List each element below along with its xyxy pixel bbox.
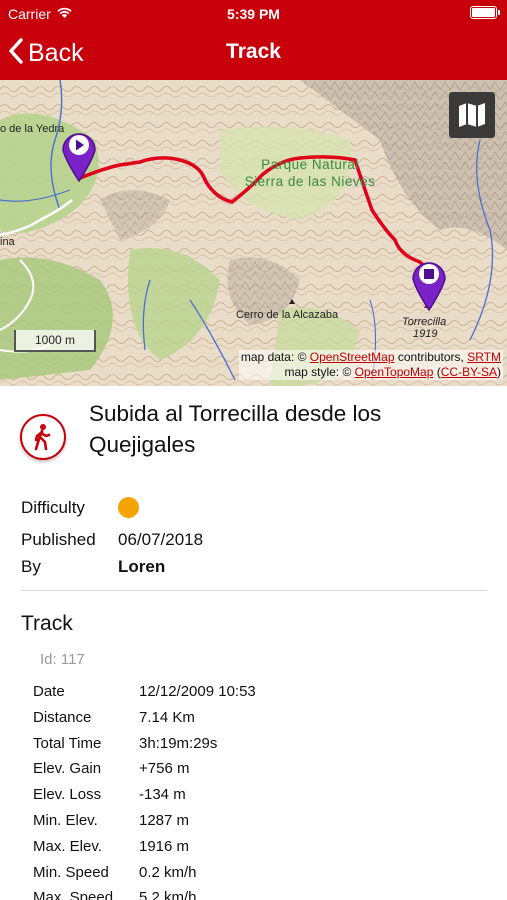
published-value: 06/07/2018 (118, 530, 204, 549)
author-value[interactable]: Loren (118, 557, 165, 577)
map-park-label: Parque Natural Sierra de las Nieves (244, 157, 376, 189)
route-title: Subida al Torrecilla desde los Quejigale… (89, 401, 382, 457)
track-section-title: Track (21, 612, 73, 635)
stat-value: -134 m (139, 786, 186, 804)
difficulty-indicator (118, 497, 139, 518)
map-end-label: Torrecilla (402, 316, 447, 328)
stat-value: 3h:19m:29s (139, 734, 218, 752)
stat-value: 0.2 km/h (139, 863, 197, 881)
stat-value: 1916 m (139, 837, 190, 855)
stop-icon (424, 269, 434, 279)
stat-label: Min. Speed (33, 863, 109, 881)
paren-close: ) (497, 365, 501, 379)
stat-row-elev-gain: Elev. Gain +756 m (33, 760, 493, 786)
stat-row-min-speed: Min. Speed 0.2 km/h (33, 864, 493, 890)
stat-row-date: Date 12/12/2009 10:53 (33, 683, 493, 709)
license-link[interactable]: CC-BY-SA (441, 365, 497, 379)
track-map[interactable]: o de la Yedra ina Parque Natural Sierra … (0, 80, 507, 386)
stat-value: +756 m (139, 760, 190, 778)
status-time: 5:39 PM (227, 6, 280, 22)
top-bar: Carrier 5:39 PM Back Track (0, 0, 507, 80)
map-place-label: ina (0, 236, 15, 248)
map-layers-icon (459, 103, 485, 127)
status-bar: Carrier 5:39 PM (0, 0, 507, 28)
map-scale-bar: 1000 m (14, 330, 96, 352)
stat-label: Date (33, 683, 65, 700)
start-marker[interactable] (60, 127, 98, 188)
stat-label: Elev. Gain (33, 760, 102, 778)
track-id: Id: 117 (40, 651, 85, 668)
opentopomap-link[interactable]: OpenTopoMap (355, 365, 434, 379)
stat-label: Distance (33, 708, 92, 726)
stat-row-elev-loss: Elev. Loss -134 m (33, 786, 493, 812)
map-attribution: map data: © OpenStreetMap contributors, … (238, 350, 503, 380)
page-title: Track (226, 40, 281, 63)
stat-value: 12/12/2009 10:53 (139, 683, 256, 700)
map-layers-button[interactable] (449, 92, 495, 138)
author-label: By (21, 557, 41, 576)
published-label: Published (21, 530, 96, 549)
attribution-text: map style: © (284, 365, 352, 379)
end-marker[interactable] (410, 256, 448, 317)
stat-label: Max. Speed (33, 889, 114, 900)
stat-label: Elev. Loss (33, 786, 102, 804)
stat-label: Total Time (33, 734, 102, 752)
navigation-bar: Back Track (0, 28, 507, 80)
hiking-icon (34, 424, 51, 451)
osm-link[interactable]: OpenStreetMap (310, 350, 395, 364)
stat-row-max-elev: Max. Elev. 1916 m (33, 838, 493, 864)
map-place-label: o de la Yedra (0, 123, 65, 135)
stat-row-min-elev: Min. Elev. 1287 m (33, 812, 493, 838)
stat-label: Max. Elev. (33, 837, 102, 855)
stat-label: Min. Elev. (33, 811, 98, 829)
srtm-link[interactable]: SRTM (467, 350, 501, 364)
stat-value: 1287 m (139, 811, 190, 829)
battery-icon (470, 6, 500, 19)
section-divider (21, 590, 487, 591)
attribution-text: map data: © (240, 350, 307, 364)
stat-value: 5.2 km/h (139, 889, 197, 900)
stat-row-distance: Distance 7.14 Km (33, 709, 493, 735)
stat-row-total-time: Total Time 3h:19m:29s (33, 735, 493, 761)
difficulty-label: Difficulty (21, 498, 85, 517)
map-peak-label: Cerro de la Alcazaba (236, 309, 339, 321)
attribution-text: contributors, (397, 350, 464, 364)
activity-type-badge (20, 414, 66, 460)
stat-row-max-speed: Max. Speed 5.2 km/h (33, 889, 493, 900)
map-end-elevation: 1919 (413, 328, 438, 340)
track-stats: Date 12/12/2009 10:53 Distance 7.14 Km T… (33, 683, 493, 900)
stat-value: 7.14 Km (139, 708, 195, 726)
